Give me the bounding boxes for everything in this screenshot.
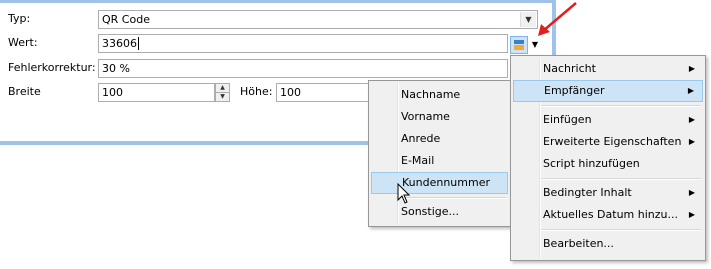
menu-item-empfaenger[interactable]: Empfänger ▶ (513, 80, 703, 102)
menu-item-nachname[interactable]: Nachname (371, 84, 508, 106)
submenu-arrow-icon: ▶ (688, 210, 695, 219)
insert-field-icon (514, 40, 524, 44)
submenu-arrow-icon: ▶ (688, 188, 695, 197)
menu-item-label: Anrede (401, 132, 441, 145)
value-text: 33606 (102, 37, 137, 50)
menu-item-script-hinzufuegen[interactable]: Script hinzufügen (513, 153, 703, 175)
width-spinner[interactable]: ▲ ▼ (215, 83, 230, 102)
menu-separator (541, 178, 701, 180)
menu-item-bearbeiten[interactable]: Bearbeiten... (513, 233, 703, 255)
menu-item-erweiterte-eigenschaften[interactable]: Erweiterte Eigenschaften ▶ (513, 131, 703, 153)
menu-item-aktuelles-datum[interactable]: Aktuelles Datum hinzu... ▶ (513, 204, 703, 226)
menu-item-einfuegen[interactable]: Einfügen ▶ (513, 109, 703, 131)
menu-item-label: Erweiterte Eigenschaften (543, 135, 682, 148)
insert-field-icon-bottom (514, 45, 524, 50)
menu-item-label: Sonstige... (401, 205, 460, 218)
menu-item-label: Nachricht (543, 62, 596, 75)
insert-field-button[interactable] (510, 36, 528, 54)
menu-item-label: Nachname (401, 88, 461, 101)
width-label: Breite (8, 85, 41, 98)
menu-item-nachricht[interactable]: Nachricht ▶ (513, 58, 703, 80)
menu-item-label: Einfügen (543, 113, 592, 126)
menu-item-label: Bedingter Inhalt (543, 186, 632, 199)
type-combobox[interactable]: QR Code ▼ (98, 10, 538, 29)
menu-item-label: Kundennummer (402, 176, 490, 189)
value-label: Wert: (8, 36, 38, 49)
height-label: Höhe: (240, 85, 273, 98)
menu-item-label: Vorname (401, 110, 450, 123)
menu-item-label: Script hinzufügen (543, 157, 640, 170)
panel-top-border (0, 0, 556, 3)
submenu-arrow-icon: ▶ (688, 64, 695, 73)
height-input[interactable]: 100 (276, 83, 371, 102)
menu-separator (541, 229, 701, 231)
menu-item-vorname[interactable]: Vorname (371, 106, 508, 128)
red-pointer-arrow-icon (538, 2, 577, 36)
menu-item-email[interactable]: E-Mail (371, 150, 508, 172)
menu-item-anrede[interactable]: Anrede (371, 128, 508, 150)
menu-item-label: Aktuelles Datum hinzu... (543, 208, 678, 221)
insert-dropdown-arrow-icon[interactable]: ▼ (530, 39, 540, 51)
mouse-pointer-icon (397, 183, 411, 204)
submenu-arrow-icon: ▶ (688, 115, 695, 124)
menu-separator (399, 197, 506, 199)
menu-item-label: E-Mail (401, 154, 435, 167)
spin-up-icon[interactable]: ▲ (216, 84, 229, 92)
menu-separator (541, 105, 701, 107)
errcorr-value: 30 % (102, 62, 130, 75)
submenu-arrow-icon: ▶ (688, 137, 695, 146)
menu-item-label: Bearbeiten... (543, 237, 614, 250)
type-label: Typ: (8, 12, 31, 25)
width-input[interactable]: 100 (98, 83, 215, 102)
context-menu: Nachricht ▶ Empfänger ▶ Einfügen ▶ Erweiter… (510, 55, 706, 261)
type-value: QR Code (102, 13, 150, 26)
width-value: 100 (102, 86, 123, 99)
errcorr-combobox[interactable]: 30 % (98, 59, 508, 78)
text-caret (138, 37, 139, 50)
submenu-arrow-icon: ▶ (687, 86, 694, 95)
height-value: 100 (280, 86, 301, 99)
menu-item-sonstige[interactable]: Sonstige... (371, 201, 508, 223)
spin-down-icon[interactable]: ▼ (216, 92, 229, 101)
menu-item-kundennummer[interactable]: Kundennummer (371, 172, 508, 194)
errcorr-label: Fehlerkorrektur: (8, 61, 96, 74)
value-input[interactable]: 33606 (98, 34, 508, 53)
recipient-submenu: Nachname Vorname Anrede E-Mail Kundennum… (368, 80, 511, 227)
menu-item-bedingter-inhalt[interactable]: Bedingter Inhalt ▶ (513, 182, 703, 204)
menu-item-label: Empfänger (544, 84, 605, 97)
